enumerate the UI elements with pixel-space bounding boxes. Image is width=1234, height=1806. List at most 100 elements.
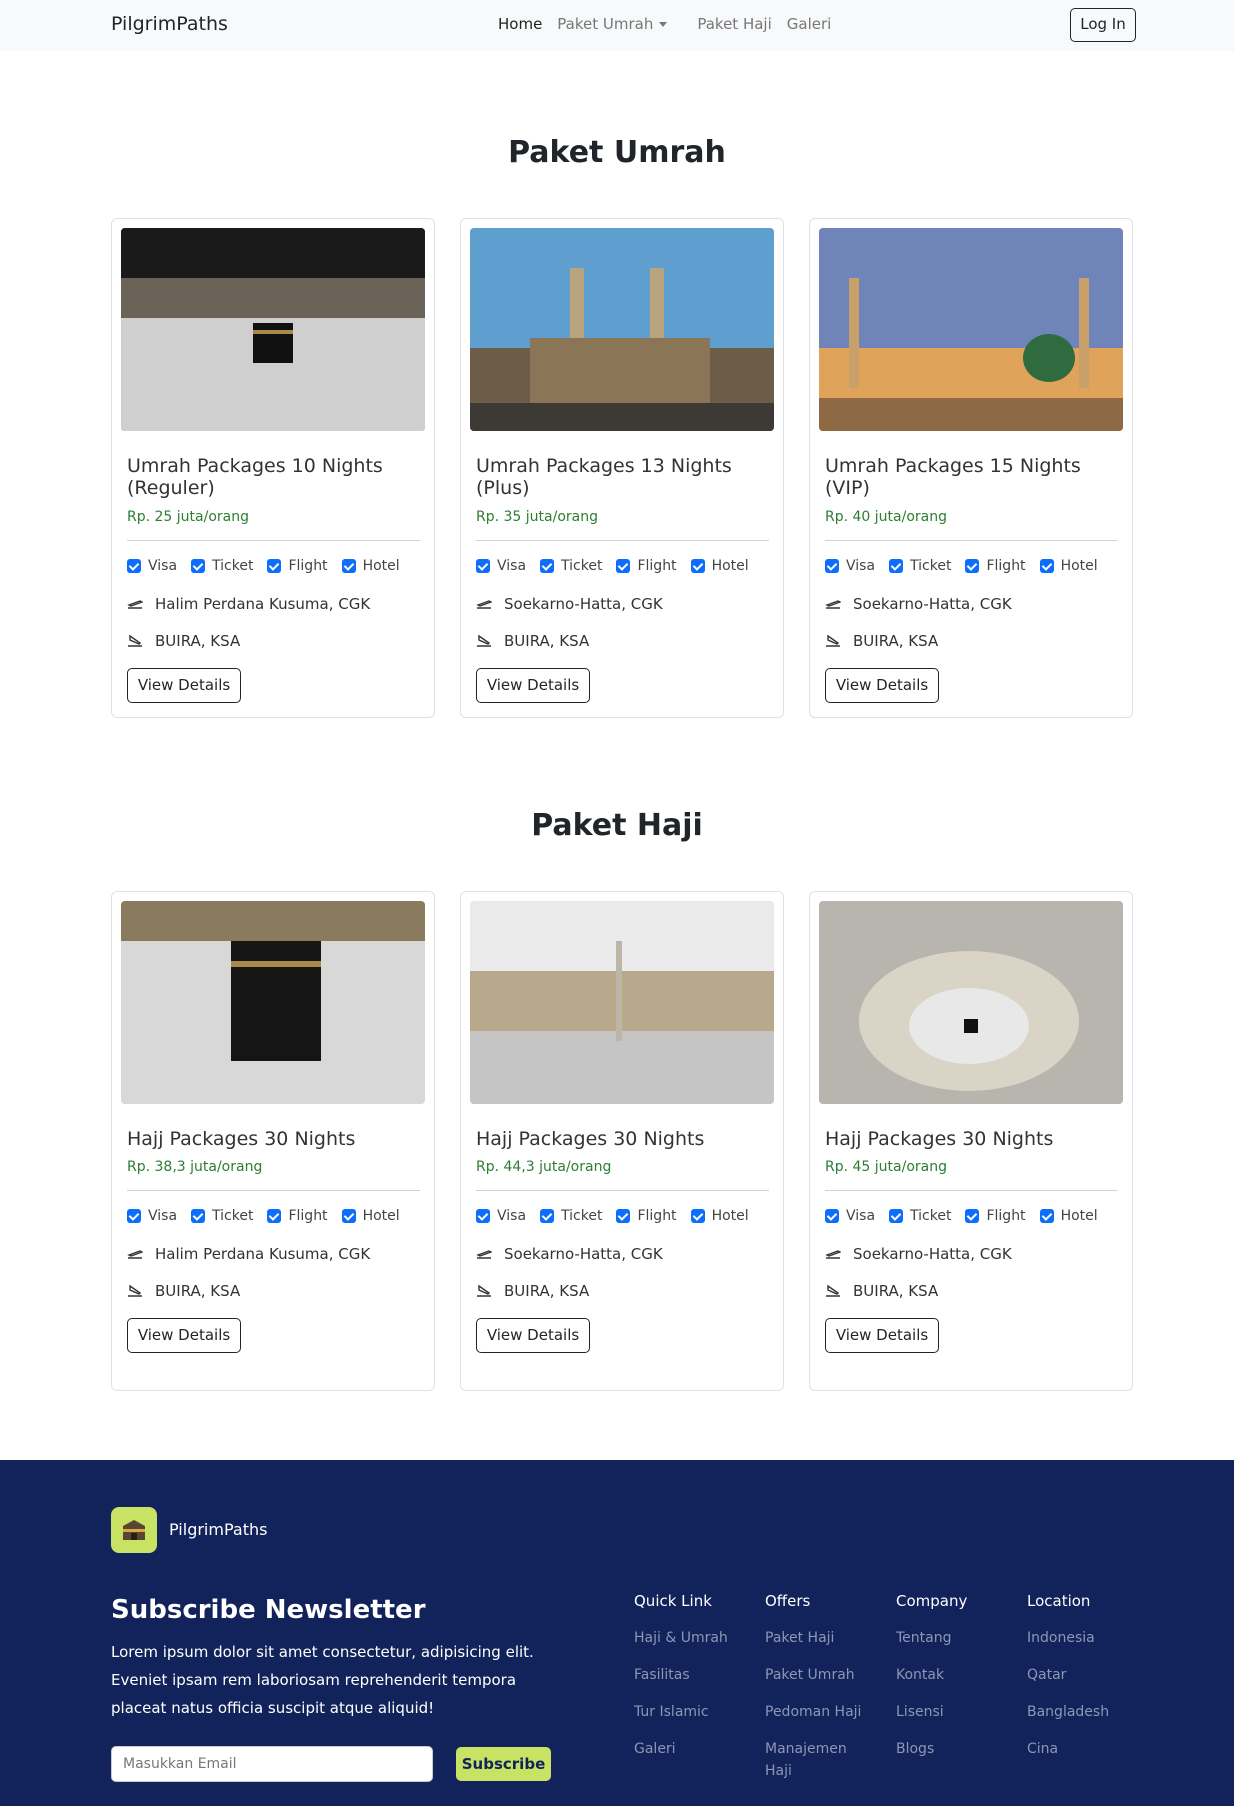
checkbox-checked-icon: [690, 1209, 705, 1223]
view-details-button[interactable]: View Details: [127, 1318, 241, 1353]
divider: [127, 540, 420, 541]
footer-link[interactable]: Pedoman Haji: [765, 1701, 875, 1723]
footer-link[interactable]: Haji & Umrah: [634, 1627, 754, 1649]
card-image-kaaba-night: [121, 228, 425, 431]
footer-link[interactable]: Paket Haji: [765, 1627, 875, 1649]
feature-label: Ticket: [212, 1208, 254, 1224]
feature-visa[interactable]: Visa: [825, 1208, 875, 1224]
email-input[interactable]: Masukkan Email: [111, 1746, 433, 1782]
nav-paket-umrah-label: Paket Umrah: [557, 15, 654, 33]
plane-departure-icon: [476, 1250, 492, 1259]
footer-column-location: Location Indonesia Qatar Bangladesh Cina: [1027, 1592, 1147, 1775]
arrival-text: BUIRA, KSA: [853, 1282, 939, 1300]
plane-departure-icon: [825, 1250, 841, 1259]
feature-flight[interactable]: Flight: [267, 1208, 328, 1224]
nav-home[interactable]: Home: [498, 15, 542, 33]
feature-visa[interactable]: Visa: [825, 558, 875, 574]
feature-flight[interactable]: Flight: [616, 558, 677, 574]
feature-label: Ticket: [910, 558, 952, 574]
footer-link[interactable]: Qatar: [1027, 1664, 1147, 1686]
feature-visa[interactable]: Visa: [127, 558, 177, 574]
footer-link[interactable]: Bangladesh: [1027, 1701, 1147, 1723]
divider: [476, 1190, 769, 1191]
footer-link[interactable]: Fasilitas: [634, 1664, 754, 1686]
feature-ticket[interactable]: Ticket: [540, 1208, 602, 1224]
brand-logo[interactable]: PilgrimPaths: [111, 13, 228, 35]
checkbox-checked-icon: [690, 559, 705, 573]
feature-visa[interactable]: Visa: [127, 1208, 177, 1224]
footer-link[interactable]: Blogs: [896, 1738, 1016, 1760]
card-title: Hajj Packages 30 Nights: [127, 1128, 356, 1150]
view-details-button[interactable]: View Details: [825, 1318, 939, 1353]
feature-list: Visa Ticket Flight Hotel: [127, 558, 414, 574]
view-details-button[interactable]: View Details: [825, 668, 939, 703]
arrival-text: BUIRA, KSA: [853, 632, 939, 650]
plane-arrival-icon: [826, 634, 840, 647]
card-price: Rp. 44,3 juta/orang: [476, 1159, 612, 1175]
feature-hotel[interactable]: Hotel: [341, 558, 400, 574]
checkbox-checked-icon: [616, 1209, 631, 1223]
checkbox-checked-icon: [825, 559, 839, 573]
view-details-button[interactable]: View Details: [476, 1318, 590, 1353]
plane-arrival-icon: [128, 634, 142, 647]
footer-link[interactable]: Lisensi: [896, 1701, 1016, 1723]
feature-ticket[interactable]: Ticket: [540, 558, 602, 574]
nav-galeri[interactable]: Galeri: [787, 15, 832, 33]
feature-label: Visa: [148, 558, 178, 574]
feature-ticket[interactable]: Ticket: [191, 558, 253, 574]
footer-link[interactable]: Cina: [1027, 1738, 1147, 1760]
card-price: Rp. 35 juta/orang: [476, 509, 598, 525]
footer-link[interactable]: Paket Umrah: [765, 1664, 875, 1686]
card-image-masjid-aerial: [819, 901, 1123, 1104]
footer-link[interactable]: Kontak: [896, 1664, 1016, 1686]
footer-brand[interactable]: PilgrimPaths: [169, 1520, 267, 1539]
arrival: BUIRA, KSA: [476, 632, 589, 650]
checkbox-checked-icon: [1039, 559, 1054, 573]
feature-list: Visa Ticket Flight Hotel: [476, 558, 763, 574]
card-title: Hajj Packages 30 Nights: [825, 1128, 1054, 1150]
feature-label: Flight: [288, 1208, 328, 1224]
feature-hotel[interactable]: Hotel: [690, 558, 749, 574]
feature-hotel[interactable]: Hotel: [1039, 1208, 1098, 1224]
view-details-button[interactable]: View Details: [127, 668, 241, 703]
departure-text: Soekarno-Hatta, CGK: [504, 1245, 663, 1263]
login-button[interactable]: Log In: [1070, 8, 1136, 42]
feature-flight[interactable]: Flight: [965, 558, 1026, 574]
feature-hotel[interactable]: Hotel: [341, 1208, 400, 1224]
feature-list: Visa Ticket Flight Hotel: [825, 558, 1112, 574]
departure-text: Soekarno-Hatta, CGK: [853, 1245, 1012, 1263]
checkbox-checked-icon: [825, 1209, 839, 1223]
footer-link[interactable]: Manajemen Haji: [765, 1738, 875, 1782]
footer-link[interactable]: Tur Islamic: [634, 1701, 754, 1723]
arrival-text: BUIRA, KSA: [155, 1282, 241, 1300]
view-details-button[interactable]: View Details: [476, 668, 590, 703]
arrival-text: BUIRA, KSA: [504, 1282, 590, 1300]
nav-paket-haji[interactable]: Paket Haji: [697, 15, 771, 33]
newsletter-text: Lorem ipsum dolor sit amet consectetur, …: [111, 1643, 534, 1717]
feature-flight[interactable]: Flight: [965, 1208, 1026, 1224]
feature-ticket[interactable]: Ticket: [889, 1208, 951, 1224]
nav-paket-umrah-dropdown[interactable]: Paket Umrah: [557, 15, 682, 33]
plane-arrival-icon: [477, 1284, 491, 1297]
departure: Soekarno-Hatta, CGK: [476, 595, 663, 613]
chevron-down-icon: [659, 22, 668, 27]
feature-label: Hotel: [362, 1208, 400, 1224]
departure: Soekarno-Hatta, CGK: [476, 1245, 663, 1263]
subscribe-button[interactable]: Subscribe: [456, 1747, 551, 1781]
feature-hotel[interactable]: Hotel: [1039, 558, 1098, 574]
feature-visa[interactable]: Visa: [476, 1208, 526, 1224]
feature-ticket[interactable]: Ticket: [889, 558, 951, 574]
feature-visa[interactable]: Visa: [476, 558, 526, 574]
feature-flight[interactable]: Flight: [616, 1208, 677, 1224]
feature-flight[interactable]: Flight: [267, 558, 328, 574]
feature-hotel[interactable]: Hotel: [690, 1208, 749, 1224]
feature-label: Visa: [846, 1208, 876, 1224]
checkbox-checked-icon: [540, 1209, 555, 1223]
checkbox-checked-icon: [476, 1209, 490, 1223]
footer-link[interactable]: Indonesia: [1027, 1627, 1147, 1649]
checkbox-checked-icon: [191, 559, 206, 573]
footer-link[interactable]: Tentang: [896, 1627, 1016, 1649]
feature-ticket[interactable]: Ticket: [191, 1208, 253, 1224]
footer-link[interactable]: Galeri: [634, 1738, 754, 1760]
plane-arrival-icon: [477, 634, 491, 647]
